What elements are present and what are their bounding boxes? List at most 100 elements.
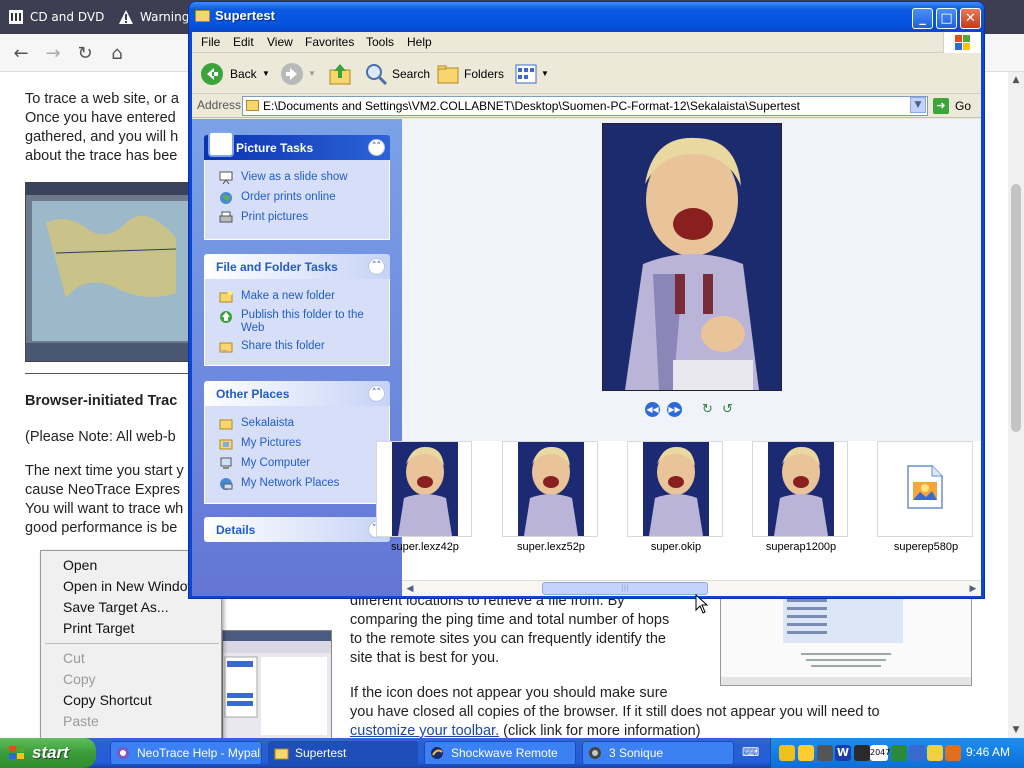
rotate-counterclockwise-button[interactable]: ↺ bbox=[720, 402, 735, 417]
menu-item-cut: Cut bbox=[63, 650, 85, 666]
menu-tools[interactable]: Tools bbox=[366, 35, 394, 49]
browser-tab-warnings[interactable]: Warnings bbox=[110, 4, 188, 30]
chevron-down-icon[interactable]: ▼ bbox=[262, 62, 270, 86]
menu-file[interactable]: File bbox=[201, 35, 220, 49]
collapse-chevron-icon[interactable]: ˄˄ bbox=[368, 258, 385, 275]
menu-item-copy-shortcut[interactable]: Copy Shortcut bbox=[63, 692, 152, 708]
minimize-button[interactable]: _ bbox=[912, 8, 933, 29]
folders-label: Folders bbox=[464, 67, 505, 81]
other-places-header[interactable]: Other Places ˄˄ bbox=[204, 381, 390, 406]
up-folder-button[interactable] bbox=[328, 62, 352, 86]
doc-intro-line: gathered, and you will h bbox=[25, 129, 179, 145]
folders-button[interactable]: Folders bbox=[436, 62, 505, 86]
menu-edit[interactable]: Edit bbox=[233, 35, 254, 49]
world-map-image bbox=[26, 183, 199, 361]
memory-badge[interactable]: 2047 bbox=[870, 745, 890, 761]
start-button[interactable]: start bbox=[0, 738, 96, 768]
keyboard-icon[interactable]: ⌨ bbox=[742, 745, 759, 761]
search-button[interactable]: Search bbox=[364, 62, 430, 86]
file-thumbnail[interactable]: super.okip bbox=[627, 441, 725, 561]
doc-bottom-line: If the icon does not appear you should m… bbox=[350, 685, 668, 701]
globe-tray-icon[interactable] bbox=[909, 745, 925, 761]
monitor-tray-icon[interactable] bbox=[854, 745, 870, 761]
menu-item-open[interactable]: Open bbox=[63, 557, 97, 573]
gear-tray-icon[interactable] bbox=[817, 745, 833, 761]
customize-toolbar-link[interactable]: customize your toolbar. bbox=[350, 723, 499, 739]
go-arrow-icon: ➜ bbox=[933, 98, 949, 114]
taskbar-button-neotrace[interactable]: NeoTrace Help - Mypal bbox=[110, 741, 262, 765]
menu-view[interactable]: View bbox=[267, 35, 293, 49]
baby-photo-thumbnail bbox=[768, 442, 834, 536]
start-label: start bbox=[32, 743, 69, 762]
go-button[interactable]: ➜ Go bbox=[932, 96, 978, 116]
rotate-clockwise-button[interactable]: ↻ bbox=[700, 402, 715, 417]
preview-image[interactable] bbox=[602, 123, 782, 391]
taskbar-button-shockwave[interactable]: Shockwave Remote bbox=[424, 741, 576, 765]
forward-button[interactable]: ▼ bbox=[280, 62, 316, 86]
windows-flag-icon bbox=[9, 746, 24, 759]
chevron-down-icon[interactable]: ▼ bbox=[541, 62, 549, 86]
browser-tab-label: CD and DVD bbox=[30, 10, 105, 24]
horizontal-scrollbar[interactable]: ◀ ||| ▶ bbox=[402, 580, 981, 596]
menu-help[interactable]: Help bbox=[407, 35, 432, 49]
file-thumbnail[interactable]: superep580p bbox=[877, 441, 975, 561]
scroll-down-arrow-icon[interactable]: ▼ bbox=[1008, 722, 1024, 738]
browser-tab-cd-dvd[interactable]: CD and DVD bbox=[0, 4, 108, 30]
chevron-down-icon[interactable]: ▼ bbox=[308, 62, 316, 86]
close-button[interactable]: ✕ bbox=[960, 8, 981, 29]
taskbar-button-supertest[interactable]: Supertest bbox=[268, 741, 418, 765]
panel-title: Details bbox=[216, 523, 256, 537]
details-header[interactable]: Details ˅˅ bbox=[204, 517, 390, 542]
menu-item-save-target[interactable]: Save Target As... bbox=[63, 599, 169, 615]
word-tray-icon[interactable]: W bbox=[835, 745, 851, 761]
scroll-thumb[interactable] bbox=[1011, 184, 1021, 432]
clock[interactable]: 9:46 AM bbox=[966, 745, 1010, 759]
pen-tray-icon[interactable] bbox=[779, 745, 795, 761]
maximize-button[interactable]: □ bbox=[936, 8, 957, 29]
taskbar: start NeoTrace Help - Mypal Supertest Sh… bbox=[0, 738, 1024, 768]
reload-icon[interactable]: ↻ bbox=[74, 43, 96, 65]
forward-arrow-icon[interactable]: → bbox=[42, 43, 64, 65]
lightning-tray-icon[interactable] bbox=[798, 745, 814, 761]
menu-favorites[interactable]: Favorites bbox=[305, 35, 354, 49]
thumbnail-frame bbox=[502, 441, 598, 537]
taskbar-label: 3 Sonique bbox=[609, 746, 664, 760]
browser-vertical-scrollbar[interactable]: ▲ ▼ bbox=[1008, 72, 1024, 740]
image-file-icon bbox=[907, 465, 943, 509]
file-folder-tasks-header[interactable]: File and Folder Tasks ˄˄ bbox=[204, 254, 390, 279]
back-button[interactable]: Back ▼ bbox=[200, 62, 270, 86]
previous-image-button[interactable]: ◀◀ bbox=[645, 402, 660, 417]
address-dropdown-icon[interactable]: ▼ bbox=[910, 97, 926, 113]
scroll-up-arrow-icon[interactable]: ▲ bbox=[1008, 72, 1024, 88]
file-thumbnail[interactable]: super.lexz42p bbox=[376, 441, 474, 561]
views-button[interactable]: ▼ bbox=[514, 62, 550, 86]
menu-item-print-target[interactable]: Print Target bbox=[63, 620, 134, 636]
next-image-button[interactable]: ▶▶ bbox=[667, 402, 682, 417]
back-label: Back bbox=[230, 67, 257, 81]
new-folder-icon bbox=[219, 290, 233, 303]
shield-tray-icon[interactable] bbox=[927, 745, 943, 761]
taskbar-label: Shockwave Remote bbox=[451, 746, 558, 760]
collapse-chevron-icon[interactable]: ˄˄ bbox=[368, 139, 385, 156]
table-screenshot-image bbox=[720, 592, 972, 686]
taskbar-button-sonique[interactable]: 3 Sonique bbox=[582, 741, 734, 765]
scroll-left-arrow-icon[interactable]: ◀ bbox=[402, 581, 418, 596]
back-arrow-icon[interactable]: ← bbox=[10, 43, 32, 65]
file-thumbnail[interactable]: superap1200p bbox=[752, 441, 850, 561]
home-icon[interactable]: ⌂ bbox=[106, 43, 128, 65]
picture-tasks-header[interactable]: Picture Tasks ˄˄ bbox=[204, 131, 390, 160]
scroll-thumb[interactable]: ||| bbox=[542, 582, 708, 595]
panel-title: Other Places bbox=[216, 387, 290, 401]
browser-app-icon bbox=[117, 747, 129, 759]
place-label: My Pictures bbox=[241, 437, 302, 449]
file-thumbnail[interactable]: super.lexz52p bbox=[502, 441, 600, 561]
views-icon bbox=[515, 64, 537, 84]
menu-item-open-new-window[interactable]: Open in New Window bbox=[63, 578, 198, 594]
scroll-right-arrow-icon[interactable]: ▶ bbox=[965, 581, 981, 596]
task-label: Print pictures bbox=[241, 211, 309, 223]
address-field[interactable]: E:\Documents and Settings\VM2.COLLABNET\… bbox=[242, 96, 928, 116]
search-tray-icon[interactable] bbox=[945, 745, 961, 761]
collapse-chevron-icon[interactable]: ˄˄ bbox=[368, 385, 385, 402]
title-bar[interactable]: Supertest _ □ ✕ bbox=[189, 2, 984, 32]
network-tray-icon[interactable] bbox=[891, 745, 907, 761]
